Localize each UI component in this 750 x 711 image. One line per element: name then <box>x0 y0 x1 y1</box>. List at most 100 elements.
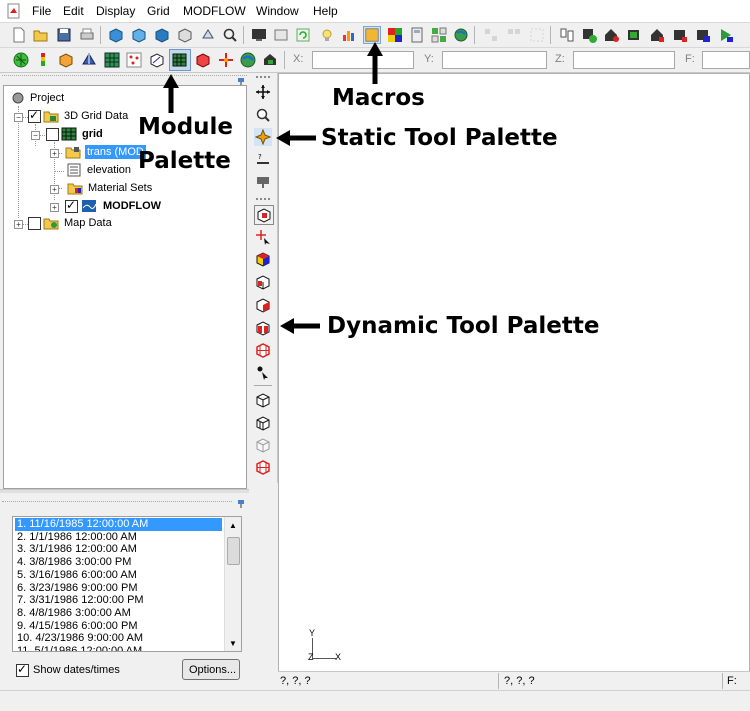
macro-module-7-button[interactable] <box>694 26 712 44</box>
expander-material-sets[interactable]: + <box>50 185 59 194</box>
module-2dgrid-button[interactable] <box>103 51 121 69</box>
display-options-button[interactable] <box>250 26 268 44</box>
open-button[interactable] <box>32 26 50 44</box>
module-particle-button[interactable] <box>148 51 166 69</box>
menu-help[interactable]: Help <box>313 4 338 18</box>
menu-file[interactable]: File <box>32 4 51 18</box>
checkbox-grid-data[interactable] <box>28 108 41 123</box>
refresh-button[interactable] <box>294 26 312 44</box>
zoom-tool[interactable] <box>254 106 272 124</box>
macro-disabled-1-button[interactable] <box>482 26 500 44</box>
menu-edit[interactable]: Edit <box>63 4 84 18</box>
panel-grip-2[interactable] <box>2 501 232 506</box>
select-point-tool[interactable] <box>254 228 272 246</box>
menu-window[interactable]: Window <box>256 4 299 18</box>
checkbox-modflow[interactable] <box>65 198 78 213</box>
checkbox-map-data[interactable] <box>28 217 41 230</box>
view-top-button[interactable] <box>153 26 171 44</box>
new-file-button[interactable] <box>10 26 28 44</box>
select-grid-tool[interactable] <box>254 205 274 225</box>
checkbox-grid[interactable] <box>46 128 59 141</box>
view-cube-2-tool[interactable] <box>254 414 272 432</box>
module-scatter-button[interactable] <box>125 51 143 69</box>
menu-display[interactable]: Display <box>96 4 135 18</box>
macro-module-5-button[interactable] <box>648 26 666 44</box>
macro-module-1-button[interactable] <box>558 26 576 44</box>
measure-tool[interactable]: ? <box>254 151 272 169</box>
select-boundary-tool[interactable] <box>254 296 272 314</box>
module-3dgrid-button[interactable] <box>169 49 191 71</box>
expander-trans[interactable]: + <box>50 149 59 158</box>
view-side-button[interactable] <box>130 26 148 44</box>
panel-grip[interactable] <box>2 75 247 84</box>
save-button[interactable] <box>55 26 73 44</box>
panel-splitter[interactable] <box>0 489 249 493</box>
frame-tool[interactable] <box>254 173 272 191</box>
module-gis-button[interactable] <box>239 51 257 69</box>
time-step-item[interactable]: 1. 11/16/1985 12:00:00 AM <box>15 518 222 531</box>
macro-colors-button[interactable] <box>386 26 404 44</box>
view-front-button[interactable] <box>107 26 125 44</box>
rotate-button[interactable] <box>199 26 217 44</box>
select-cell-tool[interactable] <box>254 273 272 291</box>
plot-wizard-button[interactable] <box>340 26 358 44</box>
pan-tool[interactable] <box>254 83 272 101</box>
list-scrollbar[interactable]: ▲ ▼ <box>224 517 241 651</box>
view-oblique-button[interactable] <box>176 26 194 44</box>
macro-calculator-button[interactable] <box>408 26 426 44</box>
view-cube-4-tool[interactable] <box>254 458 272 476</box>
create-point-tool[interactable] <box>254 364 272 382</box>
macro-color-ramp-button[interactable] <box>363 26 381 44</box>
time-step-item[interactable]: 10. 4/23/1986 9:00:00 AM <box>15 632 222 645</box>
time-step-item[interactable]: 6. 3/23/1986 9:00:00 PM <box>15 582 222 595</box>
expander-modflow[interactable]: + <box>50 203 59 212</box>
y-coord-field[interactable] <box>442 51 547 69</box>
time-step-list[interactable]: 1. 11/16/1985 12:00:00 AM 2. 1/1/1986 12:… <box>12 516 242 652</box>
rotate-tool[interactable] <box>254 128 272 146</box>
view-cube-3-tool[interactable] <box>254 436 272 454</box>
macro-globe-button[interactable] <box>452 26 470 44</box>
show-dates-checkbox[interactable] <box>16 662 29 677</box>
macro-module-4-button[interactable] <box>625 26 643 44</box>
menu-modflow[interactable]: MODFLOW <box>183 4 246 18</box>
module-tin-button[interactable] <box>80 51 98 69</box>
scroll-up-icon[interactable]: ▲ <box>229 521 237 530</box>
graphics-window[interactable]: Y Z X <box>278 73 750 672</box>
time-step-item[interactable]: 8. 4/8/1986 3:00:00 AM <box>15 607 222 620</box>
z-coord-field[interactable] <box>573 51 675 69</box>
time-step-item[interactable]: 4. 3/8/1986 3:00:00 PM <box>15 556 222 569</box>
macro-disabled-2-button[interactable] <box>505 26 523 44</box>
macro-grid-frame-button[interactable] <box>430 26 448 44</box>
view-cube-1-tool[interactable] <box>254 391 272 409</box>
frame-button[interactable] <box>272 26 290 44</box>
time-step-item[interactable]: 3. 3/1/1986 12:00:00 AM <box>15 543 222 556</box>
macro-module-3-button[interactable] <box>602 26 620 44</box>
select-row-tool[interactable] <box>254 341 272 359</box>
lighting-button[interactable] <box>318 26 336 44</box>
print-button[interactable] <box>78 26 96 44</box>
module-solid-button[interactable] <box>57 51 75 69</box>
macro-disabled-3-button[interactable] <box>528 26 546 44</box>
time-step-item[interactable]: 9. 4/15/1986 6:00:00 PM <box>15 620 222 633</box>
module-map-button[interactable] <box>217 51 235 69</box>
expander-map-data[interactable]: + <box>14 220 23 229</box>
expander-grid[interactable]: − <box>31 131 40 140</box>
time-step-item[interactable]: 7. 3/31/1986 12:00:00 PM <box>15 594 222 607</box>
expander-grid-data[interactable]: − <box>14 113 23 122</box>
time-step-item[interactable]: 11. 5/1/1986 12:00:00 AM <box>15 645 222 651</box>
module-annotation-button[interactable] <box>261 51 279 69</box>
pin-icon[interactable] <box>236 498 246 508</box>
scroll-down-icon[interactable]: ▼ <box>229 639 237 648</box>
macro-module-2-button[interactable] <box>580 26 598 44</box>
module-3dmesh-button[interactable] <box>194 51 212 69</box>
options-button[interactable]: Options... <box>182 659 240 680</box>
select-column-tool[interactable] <box>254 319 272 337</box>
f-coord-field[interactable] <box>702 51 750 69</box>
scrollbar-thumb[interactable] <box>227 537 240 565</box>
macro-run-button[interactable] <box>717 26 735 44</box>
macro-module-6-button[interactable] <box>671 26 689 44</box>
menu-grid[interactable]: Grid <box>147 4 170 18</box>
time-step-item[interactable]: 5. 3/16/1986 6:00:00 AM <box>15 569 222 582</box>
x-coord-field[interactable] <box>312 51 414 69</box>
module-mesh-button[interactable] <box>12 51 30 69</box>
